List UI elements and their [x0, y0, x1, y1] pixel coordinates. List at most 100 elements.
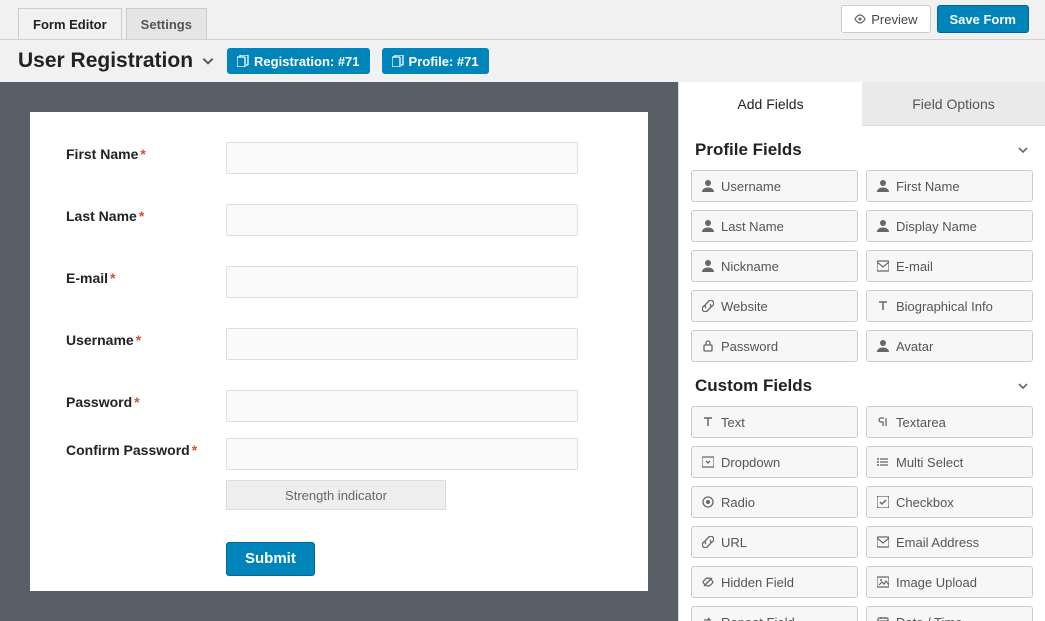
field-email[interactable]: E-mail* — [66, 266, 612, 298]
field-chip-label: Hidden Field — [721, 575, 794, 590]
field-chip-label: Multi Select — [896, 455, 963, 470]
user-icon — [877, 180, 889, 192]
badge-registration[interactable]: Registration: #71 — [227, 48, 369, 74]
form-preview: First Name* Last Name* E-mail* Username*… — [30, 112, 648, 591]
lock-icon — [702, 340, 714, 352]
input-confirm-password[interactable] — [226, 438, 578, 470]
field-chip-label: Repeat Field — [721, 615, 795, 621]
badge-profile-label: Profile: #71 — [409, 54, 479, 69]
field-chip-website[interactable]: Website — [691, 290, 858, 322]
field-chip-hidden-field[interactable]: Hidden Field — [691, 566, 858, 598]
check-icon — [877, 496, 889, 508]
image-icon — [877, 576, 889, 588]
field-first-name[interactable]: First Name* — [66, 142, 612, 174]
field-chip-nickname[interactable]: Nickname — [691, 250, 858, 282]
mail-icon — [877, 536, 889, 548]
chevron-down-icon — [1017, 380, 1029, 392]
field-chip-label: Username — [721, 179, 781, 194]
badge-profile[interactable]: Profile: #71 — [382, 48, 489, 74]
save-button[interactable]: Save Form — [937, 5, 1029, 33]
field-chip-label: E-mail — [896, 259, 933, 274]
link-icon — [702, 536, 714, 548]
field-chip-label: Checkbox — [896, 495, 954, 510]
tab-add-fields[interactable]: Add Fields — [679, 82, 862, 126]
field-chip-text[interactable]: Text — [691, 406, 858, 438]
form-title[interactable]: User Registration — [18, 49, 215, 73]
field-last-name[interactable]: Last Name* — [66, 204, 612, 236]
field-chip-date-time[interactable]: Date / Time — [866, 606, 1033, 621]
field-confirm-password[interactable]: Confirm Password* Strength indicator — [66, 438, 612, 510]
field-password[interactable]: Password* — [66, 390, 612, 422]
field-chip-label: Display Name — [896, 219, 977, 234]
repeat-icon — [702, 616, 714, 621]
input-password[interactable] — [226, 390, 578, 422]
copy-icon — [237, 55, 249, 67]
input-email[interactable] — [226, 266, 578, 298]
chevron-down-icon — [201, 54, 215, 68]
field-chip-repeat-field[interactable]: Repeat Field — [691, 606, 858, 621]
field-chip-password[interactable]: Password — [691, 330, 858, 362]
chevron-down-icon — [1017, 144, 1029, 156]
eye-icon — [854, 13, 866, 25]
input-first-name[interactable] — [226, 142, 578, 174]
field-chip-biographical-info[interactable]: Biographical Info — [866, 290, 1033, 322]
field-chip-radio[interactable]: Radio — [691, 486, 858, 518]
field-chip-multi-select[interactable]: Multi Select — [866, 446, 1033, 478]
section-custom-fields[interactable]: Custom Fields — [691, 362, 1033, 406]
list-icon — [877, 456, 889, 468]
label-password: Password* — [66, 390, 226, 410]
field-chip-label: Email Address — [896, 535, 979, 550]
field-chip-label: Text — [721, 415, 745, 430]
submit-button[interactable]: Submit — [226, 542, 315, 576]
field-chip-label: Nickname — [721, 259, 779, 274]
tab-settings[interactable]: Settings — [126, 8, 207, 39]
field-chip-first-name[interactable]: First Name — [866, 170, 1033, 202]
field-chip-label: Last Name — [721, 219, 784, 234]
field-chip-dropdown[interactable]: Dropdown — [691, 446, 858, 478]
user-icon — [702, 180, 714, 192]
input-last-name[interactable] — [226, 204, 578, 236]
field-chip-avatar[interactable]: Avatar — [866, 330, 1033, 362]
field-chip-label: Website — [721, 299, 768, 314]
calendar-icon — [877, 616, 889, 621]
field-chip-label: URL — [721, 535, 747, 550]
custom-fields-grid: Text Textarea Dropdown Multi Select Radio Che… — [691, 406, 1033, 621]
field-chip-checkbox[interactable]: Checkbox — [866, 486, 1033, 518]
tab-form-editor[interactable]: Form Editor — [18, 8, 122, 39]
field-chip-last-name[interactable]: Last Name — [691, 210, 858, 242]
section-custom-title: Custom Fields — [695, 376, 812, 396]
field-chip-label: Dropdown — [721, 455, 780, 470]
field-chip-display-name[interactable]: Display Name — [866, 210, 1033, 242]
field-chip-url[interactable]: URL — [691, 526, 858, 558]
field-chip-username[interactable]: Username — [691, 170, 858, 202]
radio-icon — [702, 496, 714, 508]
mail-icon — [877, 260, 889, 272]
field-chip-e-mail[interactable]: E-mail — [866, 250, 1033, 282]
field-chip-image-upload[interactable]: Image Upload — [866, 566, 1033, 598]
field-username[interactable]: Username* — [66, 328, 612, 360]
hidden-icon — [702, 576, 714, 588]
sub-bar: User Registration Registration: #71 Prof… — [0, 40, 1045, 82]
preview-button[interactable]: Preview — [841, 5, 930, 33]
label-email: E-mail* — [66, 266, 226, 286]
label-last-name: Last Name* — [66, 204, 226, 224]
copy-icon — [392, 55, 404, 67]
user-icon — [877, 340, 889, 352]
tab-field-options[interactable]: Field Options — [862, 82, 1045, 126]
sidebar: Add Fields Field Options Profile Fields … — [678, 82, 1045, 621]
user-icon — [877, 220, 889, 232]
strength-indicator: Strength indicator — [226, 480, 446, 510]
label-confirm-password: Confirm Password* — [66, 438, 226, 458]
field-chip-email-address[interactable]: Email Address — [866, 526, 1033, 558]
content: First Name* Last Name* E-mail* Username*… — [0, 82, 1045, 621]
link-icon — [702, 300, 714, 312]
preview-label: Preview — [871, 12, 917, 27]
field-chip-label: Password — [721, 339, 778, 354]
form-title-text: User Registration — [18, 49, 193, 73]
dropdown-icon — [702, 456, 714, 468]
section-profile-fields[interactable]: Profile Fields — [691, 126, 1033, 170]
input-username[interactable] — [226, 328, 578, 360]
badge-registration-label: Registration: #71 — [254, 54, 359, 69]
field-chip-label: First Name — [896, 179, 960, 194]
field-chip-textarea[interactable]: Textarea — [866, 406, 1033, 438]
